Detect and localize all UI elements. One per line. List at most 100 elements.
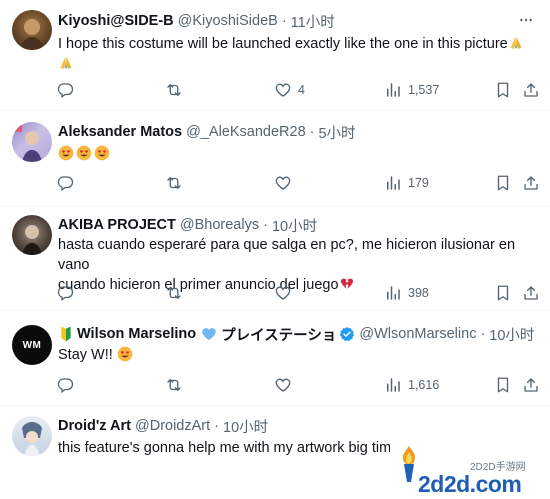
reply-icon: [56, 81, 74, 99]
tweet-text: I hope this costume will be launched exa…: [58, 34, 540, 74]
views-count: 1,537: [408, 83, 440, 97]
reply-button[interactable]: [56, 76, 74, 104]
tweet-header: Kiyoshi@SIDE-B @KiyoshiSideB · 11小时: [58, 11, 536, 31]
torch-logo-icon: [402, 446, 416, 482]
avatar[interactable]: [12, 416, 52, 456]
views-count: 179: [408, 176, 429, 190]
separator-dot: ·: [309, 124, 315, 140]
reply-button[interactable]: [56, 371, 74, 399]
retweet-icon: [165, 376, 183, 394]
heart-eyes-emoji-icon: [94, 145, 110, 161]
action-bar: 4 1,537: [48, 76, 544, 104]
folded-hands-emoji-icon: [58, 55, 74, 71]
heart-icon: [274, 174, 292, 192]
bookmark-icon: [494, 284, 512, 302]
bookmark-button[interactable]: [494, 279, 512, 307]
reply-icon: [56, 376, 74, 394]
timestamp[interactable]: 5小时: [318, 122, 355, 142]
bookmark-icon: [494, 174, 512, 192]
share-icon: [522, 284, 540, 302]
more-icon[interactable]: [516, 12, 536, 28]
tweet-3[interactable]: AKIBA PROJECT @Bhorealys · 10小时 hasta cu…: [0, 207, 550, 311]
separator-dot: ·: [480, 326, 486, 342]
action-bar: 1,616: [48, 371, 544, 399]
views-icon: [384, 376, 402, 394]
display-name[interactable]: Wilson Marselino: [77, 326, 196, 342]
views-button[interactable]: 179: [384, 169, 429, 197]
share-button[interactable]: [522, 371, 540, 399]
like-button[interactable]: 4: [274, 76, 305, 104]
bookmark-button[interactable]: [494, 169, 512, 197]
display-name[interactable]: Droid'z Art: [58, 418, 131, 434]
user-handle[interactable]: @DroidzArt: [135, 418, 210, 434]
tweet-text-line: I hope this costume will be launched exa…: [58, 36, 508, 52]
heart-eyes-emoji-icon: [117, 346, 133, 362]
views-button[interactable]: 398: [384, 279, 429, 307]
bookmark-icon: [494, 376, 512, 394]
share-button[interactable]: [522, 169, 540, 197]
action-bar: 398: [48, 279, 544, 307]
tweet-text-line: Stay W!!: [58, 347, 113, 363]
like-button[interactable]: [274, 371, 292, 399]
tweet-text-line: hasta cuando esperaré para que salga en …: [58, 237, 516, 273]
views-icon: [384, 284, 402, 302]
retweet-button[interactable]: [165, 371, 183, 399]
views-button[interactable]: 1,616: [384, 371, 439, 399]
retweet-button[interactable]: [165, 76, 183, 104]
heart-icon: [274, 81, 292, 99]
user-handle[interactable]: @_AleKsandeR28: [186, 124, 306, 140]
timestamp[interactable]: 10小时: [223, 416, 268, 436]
folded-hands-emoji-icon: [508, 35, 524, 51]
heart-icon: [274, 284, 292, 302]
share-button[interactable]: [522, 279, 540, 307]
views-count: 398: [408, 286, 429, 300]
timestamp[interactable]: 10小时: [272, 215, 317, 235]
share-icon: [522, 376, 540, 394]
timestamp[interactable]: 10小时: [489, 324, 534, 344]
display-name[interactable]: Aleksander Matos: [58, 124, 182, 140]
tweet-4[interactable]: WM Wilson Marselino プレイステーショ @WlsonMarse…: [0, 311, 550, 406]
share-icon: [522, 81, 540, 99]
avatar-initials: WM: [22, 339, 42, 351]
views-count: 1,616: [408, 378, 440, 392]
action-bar: 179: [48, 169, 544, 197]
retweet-button[interactable]: [165, 279, 183, 307]
display-name[interactable]: AKIBA PROJECT: [58, 217, 176, 233]
like-count: 4: [298, 83, 305, 97]
tweet-header: Wilson Marselino プレイステーショ @WlsonMarselin…: [58, 324, 536, 344]
reply-button[interactable]: [56, 169, 74, 197]
verified-badge-icon: [339, 326, 355, 342]
tweet-header: AKIBA PROJECT @Bhorealys · 10小时: [58, 215, 536, 235]
bookmark-button[interactable]: [494, 371, 512, 399]
tweet-header: Aleksander Matos @_AleKsandeR28 · 5小时: [58, 122, 536, 142]
bookmark-button[interactable]: [494, 76, 512, 104]
retweet-button[interactable]: [165, 169, 183, 197]
like-button[interactable]: [274, 169, 292, 197]
views-button[interactable]: 1,537: [384, 76, 439, 104]
user-handle[interactable]: @Bhorealys: [180, 217, 259, 233]
reply-button[interactable]: [56, 279, 74, 307]
retweet-icon: [165, 174, 183, 192]
separator-dot: ·: [214, 418, 219, 434]
tweet-1[interactable]: Kiyoshi@SIDE-B @KiyoshiSideB · 11小时 I ho…: [0, 0, 550, 111]
avatar[interactable]: [12, 122, 52, 162]
user-handle[interactable]: @WlsonMarselinc: [359, 326, 476, 342]
timestamp[interactable]: 11小时: [291, 11, 335, 31]
retweet-icon: [165, 284, 183, 302]
tweet-text: Stay W!!: [58, 345, 540, 365]
separator-dot: ·: [263, 217, 268, 233]
tweet-text: [58, 144, 540, 164]
share-icon: [522, 174, 540, 192]
display-name-suffix[interactable]: プレイステーショ: [221, 324, 336, 344]
tweet-2[interactable]: Aleksander Matos @_AleKsandeR28 · 5小时 17…: [0, 111, 550, 207]
beginner-symbol-icon: [58, 326, 74, 342]
tweet-text: this feature's gonna help me with my art…: [58, 438, 390, 458]
like-button[interactable]: [274, 279, 292, 307]
display-name[interactable]: Kiyoshi@SIDE-B: [58, 13, 174, 29]
user-handle[interactable]: @KiyoshiSideB: [178, 13, 278, 29]
views-icon: [384, 174, 402, 192]
avatar[interactable]: WM: [12, 325, 52, 365]
share-button[interactable]: [522, 76, 540, 104]
avatar[interactable]: [12, 215, 52, 255]
avatar[interactable]: [12, 10, 52, 50]
